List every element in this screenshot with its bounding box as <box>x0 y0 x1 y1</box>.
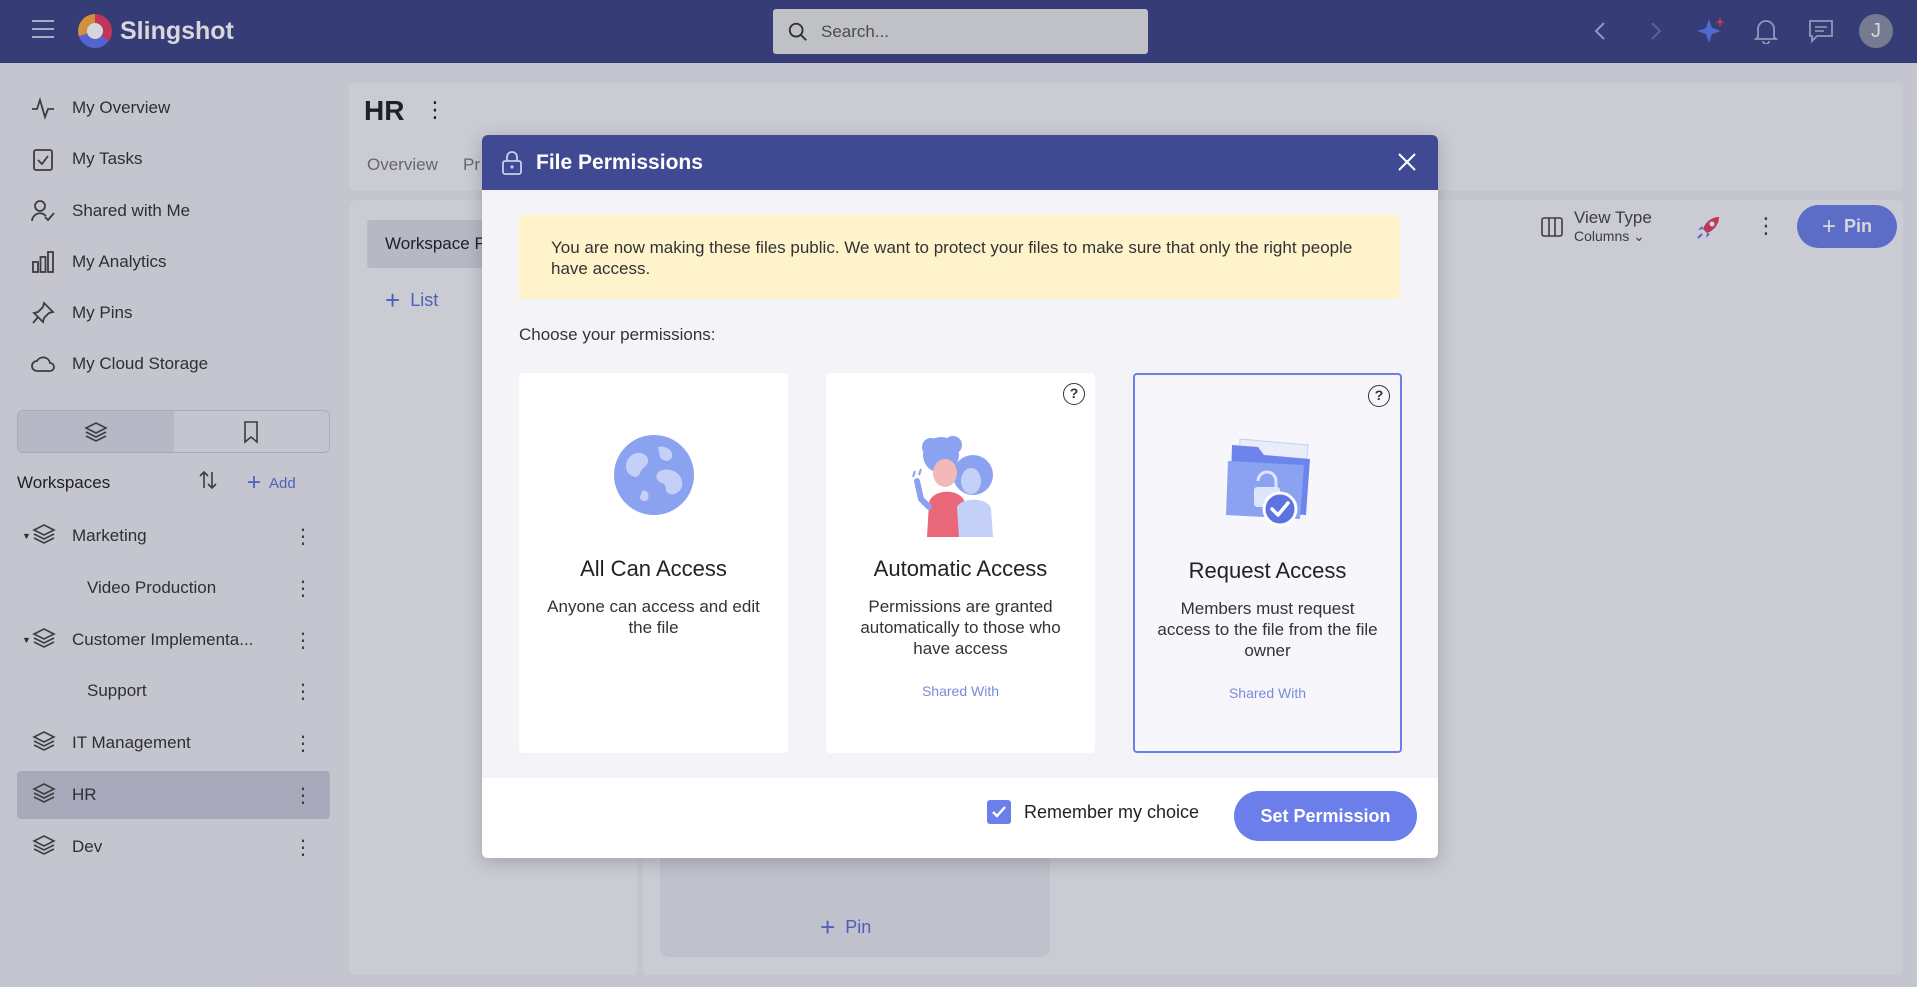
dialog-header: File Permissions <box>482 135 1438 190</box>
option-all-can-access[interactable]: All Can Access Anyone can access and edi… <box>519 373 788 753</box>
option-request-access[interactable]: ? Request Access Members must request ac… <box>1133 373 1402 753</box>
option-description: Permissions are granted automatically to… <box>860 597 1061 658</box>
globe-illustration-icon <box>519 433 788 543</box>
shared-with-link[interactable]: Shared With <box>826 683 1095 699</box>
dialog-title: File Permissions <box>536 150 703 174</box>
shared-with-link[interactable]: Shared With <box>1135 685 1400 701</box>
option-title: All Can Access <box>580 556 727 581</box>
remember-choice-checkbox[interactable]: Remember my choice <box>987 800 1199 824</box>
option-automatic-access[interactable]: ? Automatic Access Permissions are grant… <box>826 373 1095 753</box>
help-icon[interactable]: ? <box>1368 385 1390 407</box>
file-permissions-dialog: File Permissions You are now making thes… <box>482 135 1438 858</box>
choose-permissions-label: Choose your permissions: <box>519 325 716 344</box>
option-description: Anyone can access and edit the file <box>547 597 760 637</box>
option-description: Members must request access to the file … <box>1157 599 1378 660</box>
locked-folder-illustration-icon <box>1135 435 1400 545</box>
help-icon[interactable]: ? <box>1063 383 1085 405</box>
option-title: Request Access <box>1188 558 1347 583</box>
option-title: Automatic Access <box>873 556 1048 581</box>
dialog-footer: Remember my choice Set Permission <box>482 778 1438 858</box>
lock-icon <box>502 150 522 175</box>
checkbox-checked-icon[interactable] <box>987 800 1011 824</box>
close-icon[interactable] <box>1394 149 1420 175</box>
remember-choice-label: Remember my choice <box>1024 801 1200 822</box>
public-files-notice: You are now making these files public. W… <box>519 215 1400 299</box>
people-waving-illustration-icon <box>826 433 1095 543</box>
set-permission-button[interactable]: Set Permission <box>1234 791 1417 841</box>
